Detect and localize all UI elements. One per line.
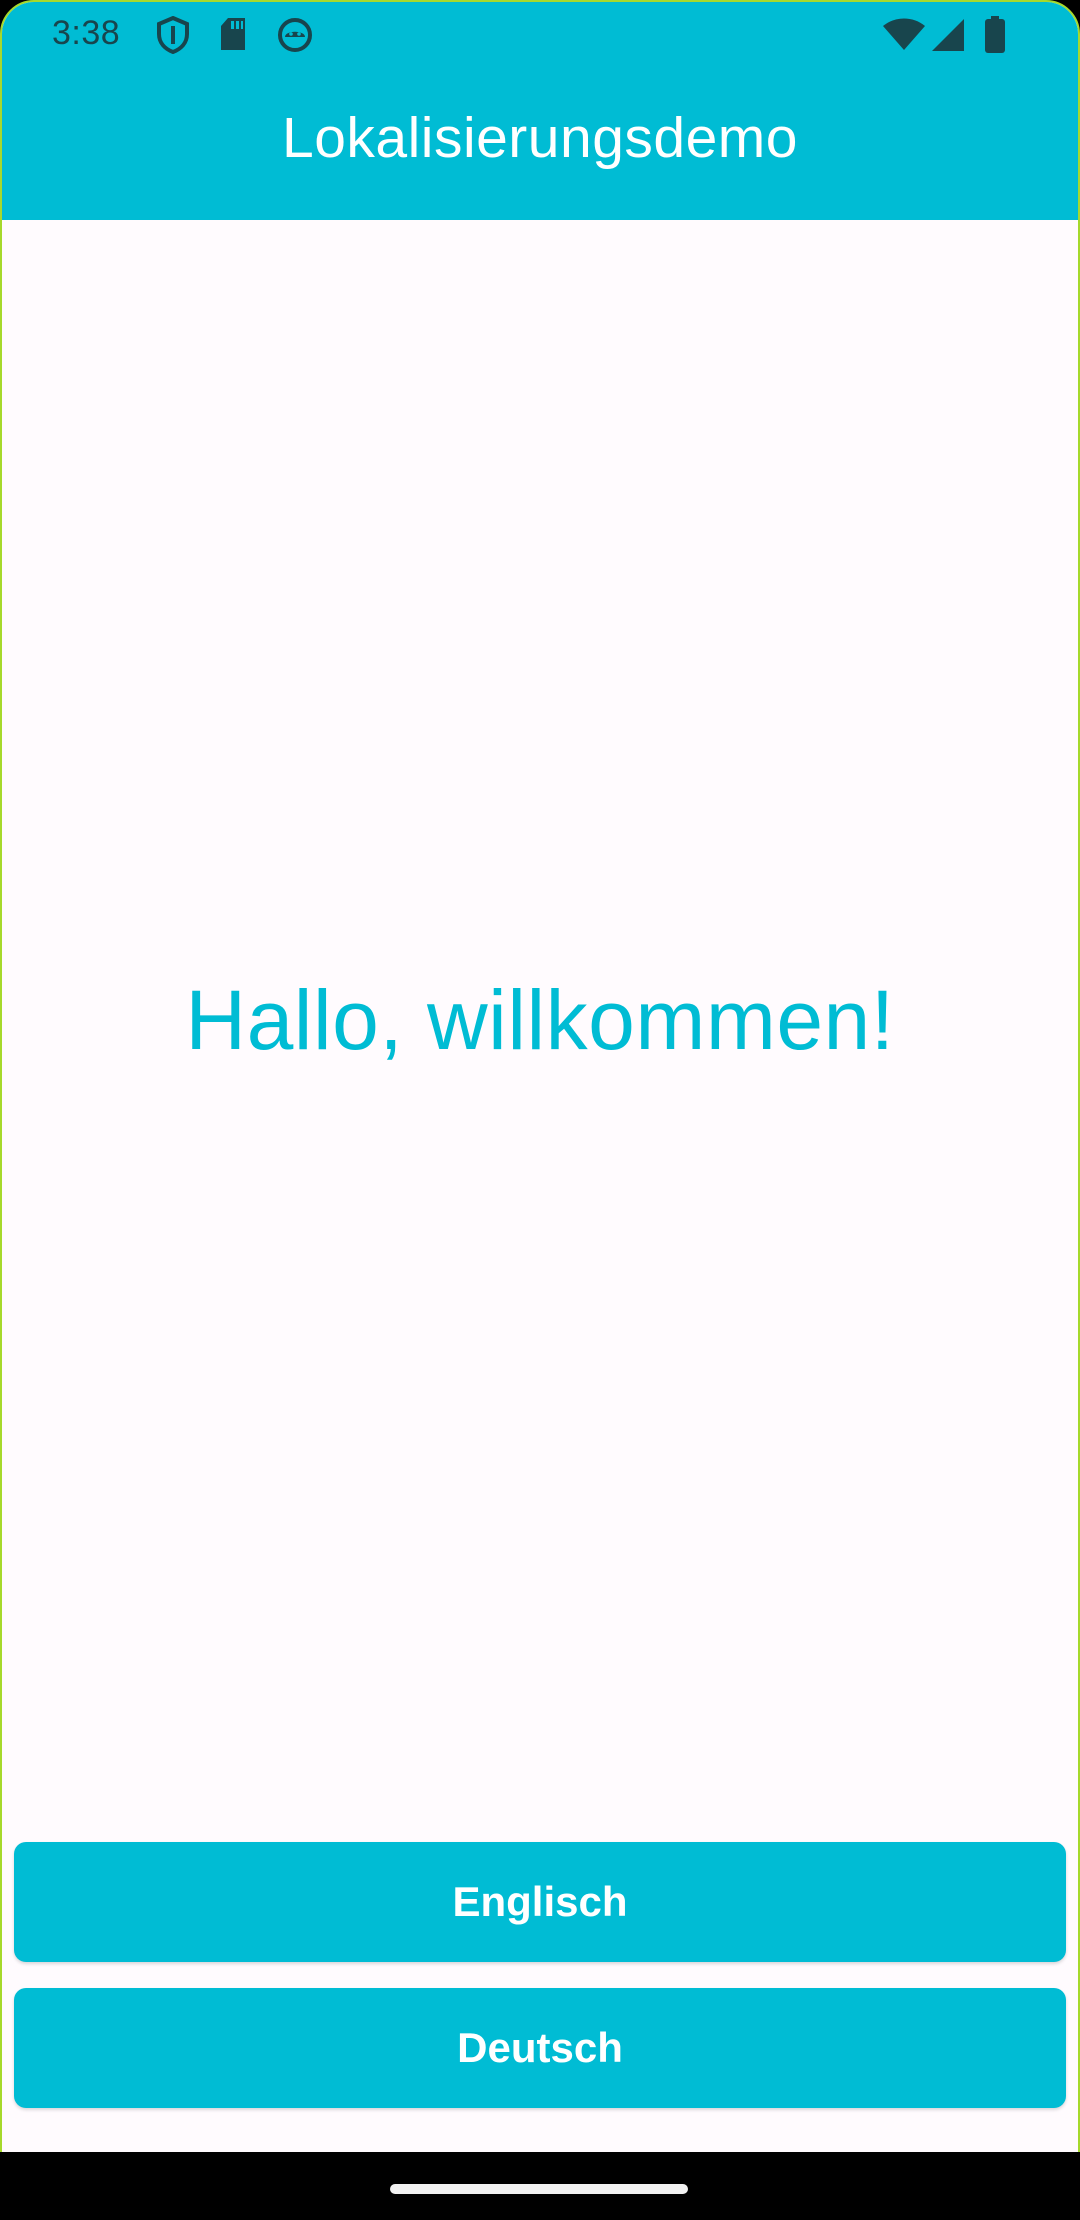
device-frame: 3:38 Lokalisierungsdemo Hallo, willkomme… xyxy=(0,0,1080,2220)
status-time: 3:38 xyxy=(52,14,121,52)
german-button[interactable]: Deutsch xyxy=(14,1988,1066,2108)
android-debug-icon xyxy=(276,16,314,59)
status-bar: 3:38 xyxy=(2,2,1078,68)
app-screen: 3:38 Lokalisierungsdemo Hallo, willkomme… xyxy=(0,0,1080,2154)
sd-card-icon xyxy=(218,16,248,57)
app-bar: Lokalisierungsdemo xyxy=(2,68,1078,220)
home-gesture-handle[interactable] xyxy=(390,2184,688,2194)
battery-icon xyxy=(984,16,1006,59)
wifi-icon xyxy=(882,18,926,57)
greeting-text: Hallo, willkommen! xyxy=(185,973,895,1067)
app-title: Lokalisierungsdemo xyxy=(282,106,798,170)
english-button[interactable]: Englisch xyxy=(14,1842,1066,1962)
cellular-signal-icon xyxy=(930,18,966,57)
vpn-shield-icon xyxy=(156,15,190,59)
main-content: Hallo, willkommen! xyxy=(2,220,1078,1840)
navigation-bar xyxy=(0,2152,1080,2220)
